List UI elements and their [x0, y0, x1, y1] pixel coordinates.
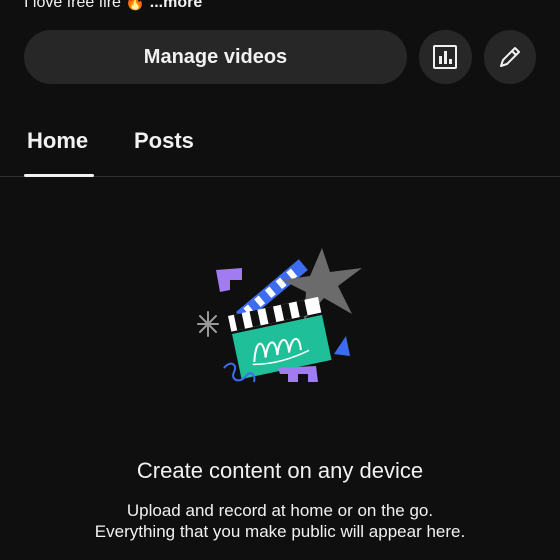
empty-state-subtitle: Upload and record at home or on the go. … [0, 500, 560, 542]
channel-description[interactable]: I love free fire 🔥 ...more [24, 0, 202, 12]
analytics-icon [433, 45, 458, 69]
manage-videos-button[interactable]: Manage videos [24, 30, 407, 84]
tab-selected-indicator [24, 174, 94, 177]
channel-actions: Manage videos [24, 30, 536, 84]
channel-tabs: Home Posts [0, 118, 560, 177]
empty-state-subtitle-line1: Upload and record at home or on the go. [126, 501, 434, 520]
clapperboard-illustration [197, 248, 362, 383]
analytics-button[interactable] [419, 30, 472, 84]
empty-state-subtitle-line2: Everything that you make public will app… [94, 522, 466, 541]
edit-channel-button[interactable] [483, 30, 536, 84]
tab-posts[interactable]: Posts [134, 128, 194, 154]
empty-state-title: Create content on any device [136, 458, 424, 483]
more-link[interactable]: ...more [150, 0, 202, 11]
channel-page: I love free fire 🔥 ...more Manage videos… [0, 0, 560, 560]
tab-home[interactable]: Home [27, 128, 88, 154]
description-text: I love free fire 🔥 [24, 0, 146, 11]
pencil-icon [499, 47, 520, 67]
